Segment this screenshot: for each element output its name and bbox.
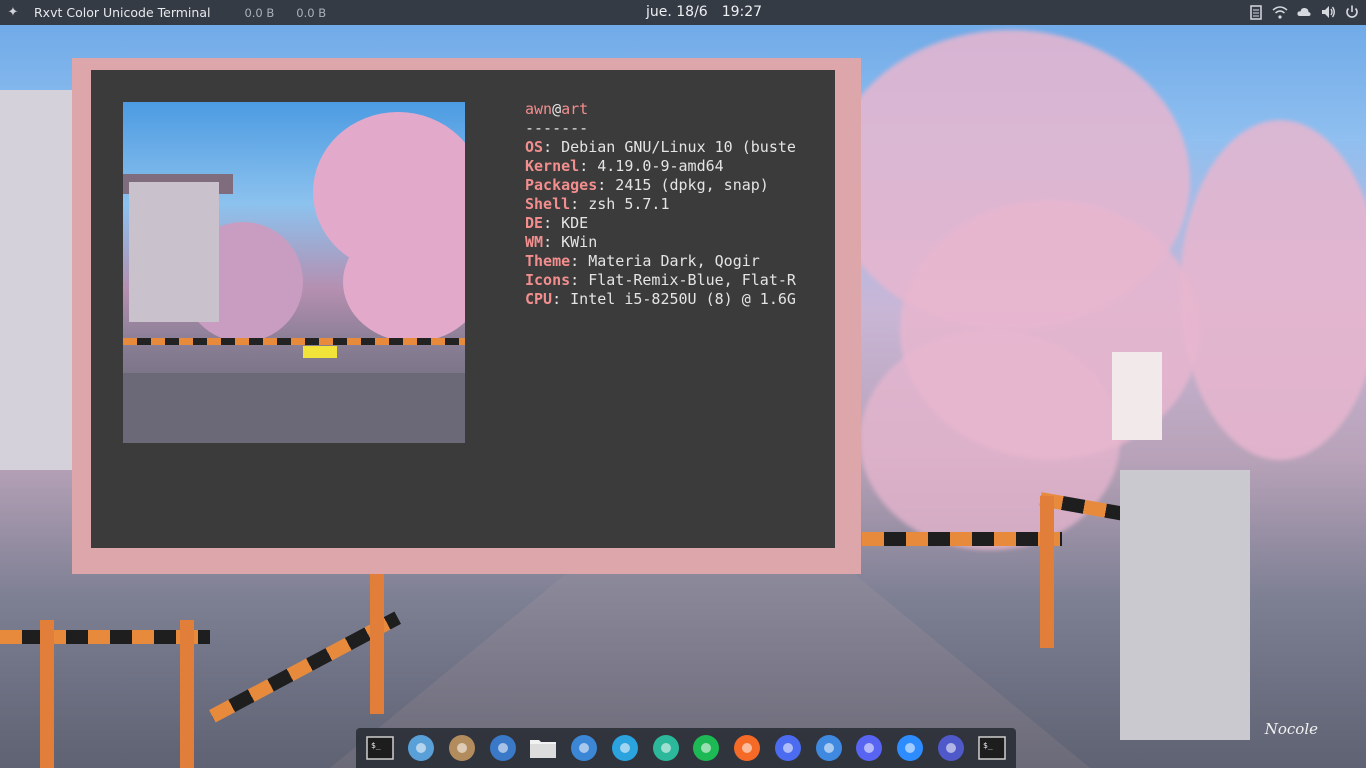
user-host-line: awn@art [525, 100, 796, 119]
info-line: Kernel: 4.19.0-9-amd64 [525, 157, 796, 176]
wifi-icon[interactable] [1272, 4, 1288, 20]
terminal-content[interactable]: awn@art ------- OS: Debian GNU/Linux 10 (b… [91, 70, 835, 548]
info-key: Theme [525, 252, 571, 270]
svg-text:$_: $_ [983, 741, 993, 750]
files-icon[interactable] [528, 733, 558, 763]
mixer-icon[interactable] [406, 733, 436, 763]
clock-date: jue. 18/6 [646, 4, 708, 20]
terminal-window[interactable]: awn@art ------- OS: Debian GNU/Linux 10 (b… [72, 58, 861, 574]
info-line: Icons: Flat-Remix-Blue, Flat-R [525, 271, 796, 290]
terminal-icon[interactable]: $_ [365, 733, 395, 763]
teams-icon[interactable] [936, 733, 966, 763]
volume-icon[interactable] [1320, 4, 1336, 20]
info-value: : 4.19.0-9-amd64 [579, 157, 724, 175]
info-key: WM [525, 233, 544, 251]
info-lines: OS: Debian GNU/Linux 10 (buste Kernel: 4.… [525, 138, 796, 309]
info-key: CPU [525, 290, 553, 308]
separator-line: ------- [525, 119, 589, 137]
zoom-icon[interactable] [895, 733, 925, 763]
discord-icon[interactable] [854, 733, 884, 763]
net-upload-speed: 0.0 B [296, 5, 327, 20]
neofetch-image [123, 102, 465, 443]
clock-time: 19:27 [721, 4, 763, 20]
info-value: : Flat-Remix-Blue, Flat-R [570, 271, 796, 289]
info-value: : KWin [543, 233, 598, 251]
spotify-icon[interactable] [691, 733, 721, 763]
wallpaper-signature: Nocole [1264, 720, 1318, 738]
clipboard-icon[interactable] [1248, 4, 1264, 20]
clock[interactable]: jue. 18/6 19:27 [646, 4, 776, 20]
info-key: Packages [525, 176, 598, 194]
info-line: Theme: Materia Dark, Qogir [525, 252, 796, 271]
system-tray [1248, 4, 1360, 20]
firefox-dev-icon[interactable] [773, 733, 803, 763]
terminal-icon-2[interactable]: $_ [977, 733, 1007, 763]
firefox-icon[interactable] [732, 733, 762, 763]
info-line: Shell: zsh 5.7.1 [525, 195, 796, 214]
info-line: OS: Debian GNU/Linux 10 (buste [525, 138, 796, 157]
info-value: : KDE [543, 214, 589, 232]
power-icon[interactable] [1344, 4, 1360, 20]
info-line: CPU: Intel i5-8250U (8) @ 1.6G [525, 290, 796, 309]
telegram-icon[interactable] [610, 733, 640, 763]
info-value: : Intel i5-8250U (8) @ 1.6G [552, 290, 796, 308]
bird-icon[interactable] [488, 733, 518, 763]
info-line: WM: KWin [525, 233, 796, 252]
info-key: Shell [525, 195, 571, 213]
info-line: DE: KDE [525, 214, 796, 233]
info-value: : 2415 (dpkg, snap) [597, 176, 769, 194]
at-sign: @ [552, 100, 562, 118]
hostname: art [561, 100, 589, 118]
net-download-speed: 0.0 B [244, 5, 275, 20]
chromium-icon[interactable] [814, 733, 844, 763]
atom-icon[interactable] [651, 733, 681, 763]
archive-icon[interactable] [447, 733, 477, 763]
system-info: awn@art ------- OS: Debian GNU/Linux 10 (b… [525, 100, 796, 309]
active-window-title[interactable]: Rxvt Color Unicode Terminal [34, 5, 210, 20]
info-key: DE [525, 214, 544, 232]
dock: $_ $_ [356, 728, 1016, 768]
info-value: : zsh 5.7.1 [570, 195, 670, 213]
info-value: : Materia Dark, Qogir [570, 252, 760, 270]
cloud-icon[interactable] [1296, 4, 1312, 20]
svg-text:$_: $_ [371, 741, 381, 750]
username: awn [525, 100, 553, 118]
info-value: : Debian GNU/Linux 10 (buste [543, 138, 796, 156]
info-key: OS [525, 138, 544, 156]
app-launcher-icon[interactable]: ✦ [0, 5, 26, 20]
info-key: Icons [525, 271, 571, 289]
info-line: Packages: 2415 (dpkg, snap) [525, 176, 796, 195]
mail-icon[interactable] [569, 733, 599, 763]
info-key: Kernel [525, 157, 580, 175]
top-panel: ✦ Rxvt Color Unicode Terminal 0.0 B 0.0 … [0, 0, 1366, 25]
